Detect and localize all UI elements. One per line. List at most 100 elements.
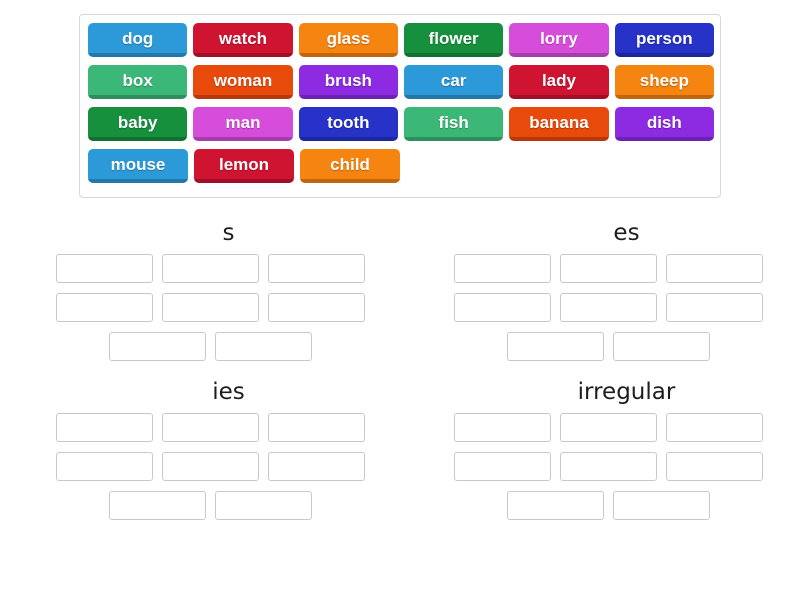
- word-tile-label: dog: [122, 29, 154, 48]
- drop-slot[interactable]: [666, 254, 763, 283]
- drop-slot[interactable]: [268, 413, 365, 442]
- slot-row: [56, 452, 401, 481]
- word-tile-label: watch: [218, 29, 268, 48]
- slot-row: [56, 332, 401, 361]
- word-tile-label: woman: [213, 71, 273, 90]
- word-tile-label: fish: [438, 113, 469, 132]
- drop-slot[interactable]: [507, 332, 604, 361]
- slot-row: [454, 452, 799, 481]
- slot-row: [56, 293, 401, 322]
- category-title: s: [222, 220, 235, 246]
- word-tile-label: banana: [529, 113, 589, 132]
- drop-slot[interactable]: [162, 413, 259, 442]
- word-tile-label: lorry: [540, 29, 578, 48]
- word-tile-label: glass: [326, 29, 371, 48]
- word-tile-flower[interactable]: flower: [403, 23, 504, 57]
- word-tile-mouse[interactable]: mouse: [88, 149, 188, 183]
- word-tile-row: baby man tooth fish banana dish: [80, 107, 720, 149]
- category-title: irregular: [577, 379, 676, 405]
- drop-slot[interactable]: [162, 293, 259, 322]
- drop-slot[interactable]: [56, 293, 153, 322]
- drop-slot[interactable]: [454, 452, 551, 481]
- word-tile-woman[interactable]: woman: [193, 65, 293, 99]
- drop-slot[interactable]: [215, 332, 312, 361]
- category-area: s es ies irregular: [0, 212, 800, 530]
- word-bank-panel: dog watch glass flower lorry person box woman br…: [79, 14, 721, 198]
- word-tile-dish[interactable]: dish: [614, 107, 714, 141]
- drop-slot[interactable]: [215, 491, 312, 520]
- word-tile-glass[interactable]: glass: [298, 23, 398, 57]
- word-tile-label: sheep: [639, 71, 689, 90]
- drop-slot[interactable]: [268, 452, 365, 481]
- drop-slot[interactable]: [666, 413, 763, 442]
- word-tile-man[interactable]: man: [193, 107, 293, 141]
- word-tile-tooth[interactable]: tooth: [298, 107, 398, 141]
- slot-row: [56, 254, 401, 283]
- word-tile-person[interactable]: person: [614, 23, 714, 57]
- word-tile-label: child: [330, 155, 370, 174]
- word-tile-lemon[interactable]: lemon: [194, 149, 294, 183]
- word-tile-label: lady: [541, 71, 576, 90]
- word-tile-sheep[interactable]: sheep: [614, 65, 714, 99]
- word-tile-lady[interactable]: lady: [509, 65, 609, 99]
- word-tile-row: dog watch glass flower lorry person: [80, 23, 720, 65]
- drop-slot[interactable]: [613, 491, 710, 520]
- word-tile-dog[interactable]: dog: [88, 23, 188, 57]
- category-row-bottom: ies irregular: [0, 371, 800, 530]
- word-tile-label: tooth: [327, 113, 370, 132]
- word-tile-brush[interactable]: brush: [298, 65, 398, 99]
- drop-slot[interactable]: [454, 413, 551, 442]
- drop-slot[interactable]: [162, 452, 259, 481]
- category-title: es: [613, 220, 640, 246]
- drop-slot[interactable]: [56, 413, 153, 442]
- word-tile-watch[interactable]: watch: [193, 23, 293, 57]
- word-tile-label: baby: [117, 113, 158, 132]
- drop-slot[interactable]: [268, 293, 365, 322]
- slot-row: [454, 413, 799, 442]
- word-tile-fish[interactable]: fish: [403, 107, 504, 141]
- word-tile-label: dish: [646, 113, 682, 132]
- drop-slot[interactable]: [56, 452, 153, 481]
- drop-slot[interactable]: [666, 452, 763, 481]
- slot-row: [454, 254, 799, 283]
- word-tile-label: brush: [324, 71, 372, 90]
- drop-slot[interactable]: [56, 254, 153, 283]
- word-tile-row: box woman brush car lady sheep: [80, 65, 720, 107]
- category-s: s: [56, 212, 401, 371]
- category-row-top: s es: [0, 212, 800, 371]
- drop-slot[interactable]: [560, 254, 657, 283]
- drop-slot[interactable]: [613, 332, 710, 361]
- drop-slot[interactable]: [454, 293, 551, 322]
- drop-slot[interactable]: [109, 491, 206, 520]
- drop-slot[interactable]: [454, 254, 551, 283]
- word-tile-lorry[interactable]: lorry: [509, 23, 609, 57]
- slot-row: [56, 413, 401, 442]
- category-irregular: irregular: [454, 371, 799, 530]
- word-tile-baby[interactable]: baby: [88, 107, 188, 141]
- word-tile-label: flower: [428, 29, 479, 48]
- word-tile-label: person: [635, 29, 693, 48]
- word-tile-label: mouse: [110, 155, 166, 174]
- word-tile-car[interactable]: car: [403, 65, 504, 99]
- drop-slot[interactable]: [268, 254, 365, 283]
- drop-slot[interactable]: [560, 413, 657, 442]
- slot-row: [56, 491, 401, 520]
- drop-slot[interactable]: [666, 293, 763, 322]
- word-tile-row: mouse lemon child: [80, 149, 720, 191]
- slot-row: [454, 332, 799, 361]
- drop-slot[interactable]: [560, 452, 657, 481]
- drop-slot[interactable]: [507, 491, 604, 520]
- word-tile-label: car: [440, 71, 467, 90]
- category-ies: ies: [56, 371, 401, 530]
- word-tile-label: man: [225, 113, 261, 132]
- drop-slot[interactable]: [162, 254, 259, 283]
- drop-slot[interactable]: [560, 293, 657, 322]
- category-title: ies: [212, 379, 245, 405]
- word-tile-label: lemon: [218, 155, 270, 174]
- drop-slot[interactable]: [109, 332, 206, 361]
- slot-row: [454, 293, 799, 322]
- word-tile-banana[interactable]: banana: [509, 107, 609, 141]
- word-tile-box[interactable]: box: [88, 65, 188, 99]
- word-tile-child[interactable]: child: [300, 149, 400, 183]
- slot-row: [454, 491, 799, 520]
